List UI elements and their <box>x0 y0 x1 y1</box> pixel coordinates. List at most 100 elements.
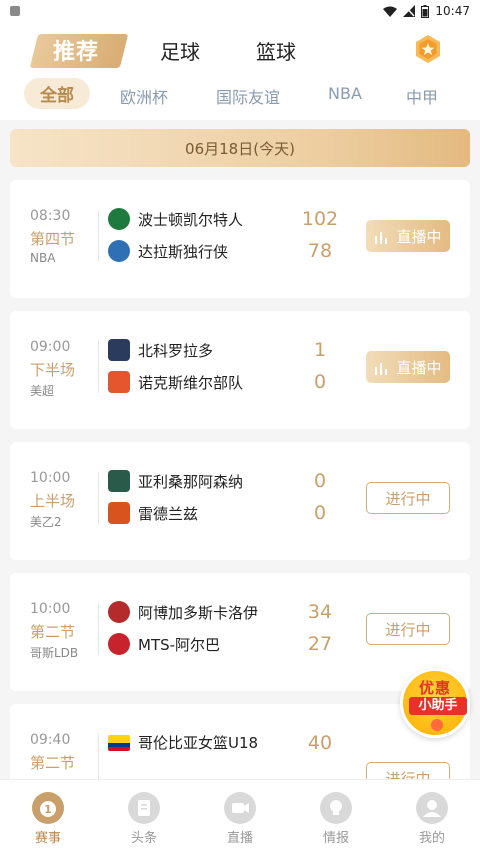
live-button[interactable]: 直播中 <box>366 220 450 252</box>
nav-headlines[interactable]: 头条 <box>96 780 192 853</box>
subtab-all[interactable]: 全部 <box>24 78 90 109</box>
match-league: 美乙2 <box>30 515 62 529</box>
match-time: 10:00 <box>30 470 71 486</box>
nav-events[interactable]: 1 赛事 <box>0 780 96 853</box>
flag-icon <box>108 734 130 751</box>
live-bars-icon <box>374 230 388 244</box>
match-time: 10:00 <box>30 601 71 617</box>
in-progress-button[interactable]: 进行中 <box>366 482 450 514</box>
divider <box>98 341 99 393</box>
home-team-name: 哥伦比亚女篮U18 <box>138 734 259 752</box>
promo-line2: 小助手 <box>409 697 467 715</box>
away-team: 诺克斯维尔部队 <box>108 371 243 393</box>
nav-headlines-label: 头条 <box>130 831 157 846</box>
home-team: 亚利桑那阿森纳 <box>108 470 243 492</box>
header: 推荐 足球 篮球 全部 欧洲杯 国际友谊 NBA 中甲 <box>0 22 480 120</box>
status-bar: 10:47 <box>0 0 480 22</box>
subtab-euro-cup[interactable]: 欧洲杯 <box>120 84 168 108</box>
date-header: 06月18日(今天) <box>10 129 470 167</box>
team-logo-icon <box>108 371 130 393</box>
team-logo-icon <box>108 470 130 492</box>
away-team-name: 雷德兰兹 <box>138 504 199 523</box>
home-team-name: 北科罗拉多 <box>138 341 214 360</box>
home-team-name: 阿博加多斯卡洛伊 <box>138 603 259 622</box>
nav-intel[interactable]: 情报 <box>288 780 384 853</box>
match-period: 下半场 <box>30 361 76 379</box>
nav-live[interactable]: 直播 <box>192 780 288 853</box>
subtab-friendly[interactable]: 国际友谊 <box>216 84 280 108</box>
profile-icon <box>416 792 448 824</box>
in-progress-button[interactable]: 进行中 <box>366 613 450 645</box>
live-label: 直播中 <box>396 358 442 377</box>
subtab-china-league-one[interactable]: 中甲 <box>406 84 438 108</box>
home-team-name: 波士顿凯尔特人 <box>138 210 244 229</box>
home-score: 0 <box>313 470 327 492</box>
bulb-icon <box>320 792 352 824</box>
match-period: 第二节 <box>30 623 76 641</box>
app-notification-icon <box>10 6 20 16</box>
team-logo-icon <box>108 208 130 230</box>
home-team: 北科罗拉多 <box>108 339 213 361</box>
medal-icon[interactable] <box>410 32 446 68</box>
match-card[interactable]: 08:30 第四节 NBA 波士顿凯尔特人 达拉斯独行侠 102 78 直播中 <box>10 180 470 298</box>
live-label: 直播中 <box>396 227 442 246</box>
team-logo-icon <box>108 339 130 361</box>
home-score: 102 <box>301 208 339 230</box>
away-team-name: MTS-阿尔巴 <box>138 635 221 654</box>
nav-live-label: 直播 <box>226 831 253 846</box>
away-team: 达拉斯独行侠 <box>108 240 228 262</box>
team-logo-icon <box>108 633 130 655</box>
trophy-icon: 1 <box>32 792 64 824</box>
subtab-nba[interactable]: NBA <box>328 84 362 103</box>
team-logo-icon <box>108 601 130 623</box>
match-card[interactable]: 10:00 上半场 美乙2 亚利桑那阿森纳 雷德兰兹 0 0 进行中 <box>10 442 470 560</box>
divider <box>98 603 99 655</box>
live-bars-icon <box>374 361 388 375</box>
divider <box>98 210 99 262</box>
match-time: 09:00 <box>30 339 71 355</box>
match-league: 美超 <box>30 384 55 398</box>
away-team: MTS-阿尔巴 <box>108 633 220 655</box>
live-button[interactable]: 直播中 <box>366 351 450 383</box>
tab-football[interactable]: 足球 <box>160 36 200 65</box>
match-time: 08:30 <box>30 208 71 224</box>
home-team: 哥伦比亚女篮U18 <box>108 732 258 753</box>
status-time: 10:47 <box>435 4 470 18</box>
news-icon <box>128 792 160 824</box>
match-card[interactable]: 09:00 下半场 美超 北科罗拉多 诺克斯维尔部队 1 0 直播中 <box>10 311 470 429</box>
signal-icon <box>403 5 416 17</box>
home-team: 阿博加多斯卡洛伊 <box>108 601 258 623</box>
team-logo-icon <box>108 240 130 262</box>
away-team: 雷德兰兹 <box>108 502 198 524</box>
nav-events-label: 赛事 <box>34 831 61 846</box>
coin-icon <box>431 719 443 731</box>
away-score: 0 <box>313 371 327 393</box>
match-league: 哥斯LDB <box>30 646 79 660</box>
away-score: 0 <box>313 502 327 524</box>
match-card[interactable]: 10:00 第二节 哥斯LDB 阿博加多斯卡洛伊 MTS-阿尔巴 34 27 进… <box>10 573 470 691</box>
nav-intel-label: 情报 <box>322 831 349 846</box>
match-period: 第四节 <box>30 230 76 248</box>
sub-tabs: 全部 欧洲杯 国际友谊 NBA 中甲 <box>24 78 464 110</box>
promo-line1: 优惠 <box>418 679 451 697</box>
match-time: 09:40 <box>30 732 71 748</box>
home-score: 40 <box>307 732 333 754</box>
home-score: 1 <box>313 339 327 361</box>
away-team-name: 达拉斯独行侠 <box>138 242 229 261</box>
match-league: NBA <box>30 251 56 265</box>
home-team: 波士顿凯尔特人 <box>108 208 243 230</box>
away-score: 27 <box>307 633 333 655</box>
team-logo-icon <box>108 502 130 524</box>
bottom-nav: 1 赛事 头条 直播 情报 我的 <box>0 779 480 853</box>
tab-recommend[interactable]: 推荐 <box>28 32 129 68</box>
home-score: 34 <box>307 601 333 623</box>
nav-profile[interactable]: 我的 <box>384 780 480 853</box>
tab-basketball[interactable]: 篮球 <box>256 36 296 65</box>
wifi-icon <box>383 6 398 17</box>
battery-icon <box>421 4 430 18</box>
match-period: 上半场 <box>30 492 76 510</box>
promo-helper-button[interactable]: 优惠 小助手 <box>400 668 470 738</box>
main-tabs: 推荐 足球 篮球 <box>28 30 296 70</box>
tab-recommend-label: 推荐 <box>52 40 99 65</box>
video-icon <box>224 792 256 824</box>
